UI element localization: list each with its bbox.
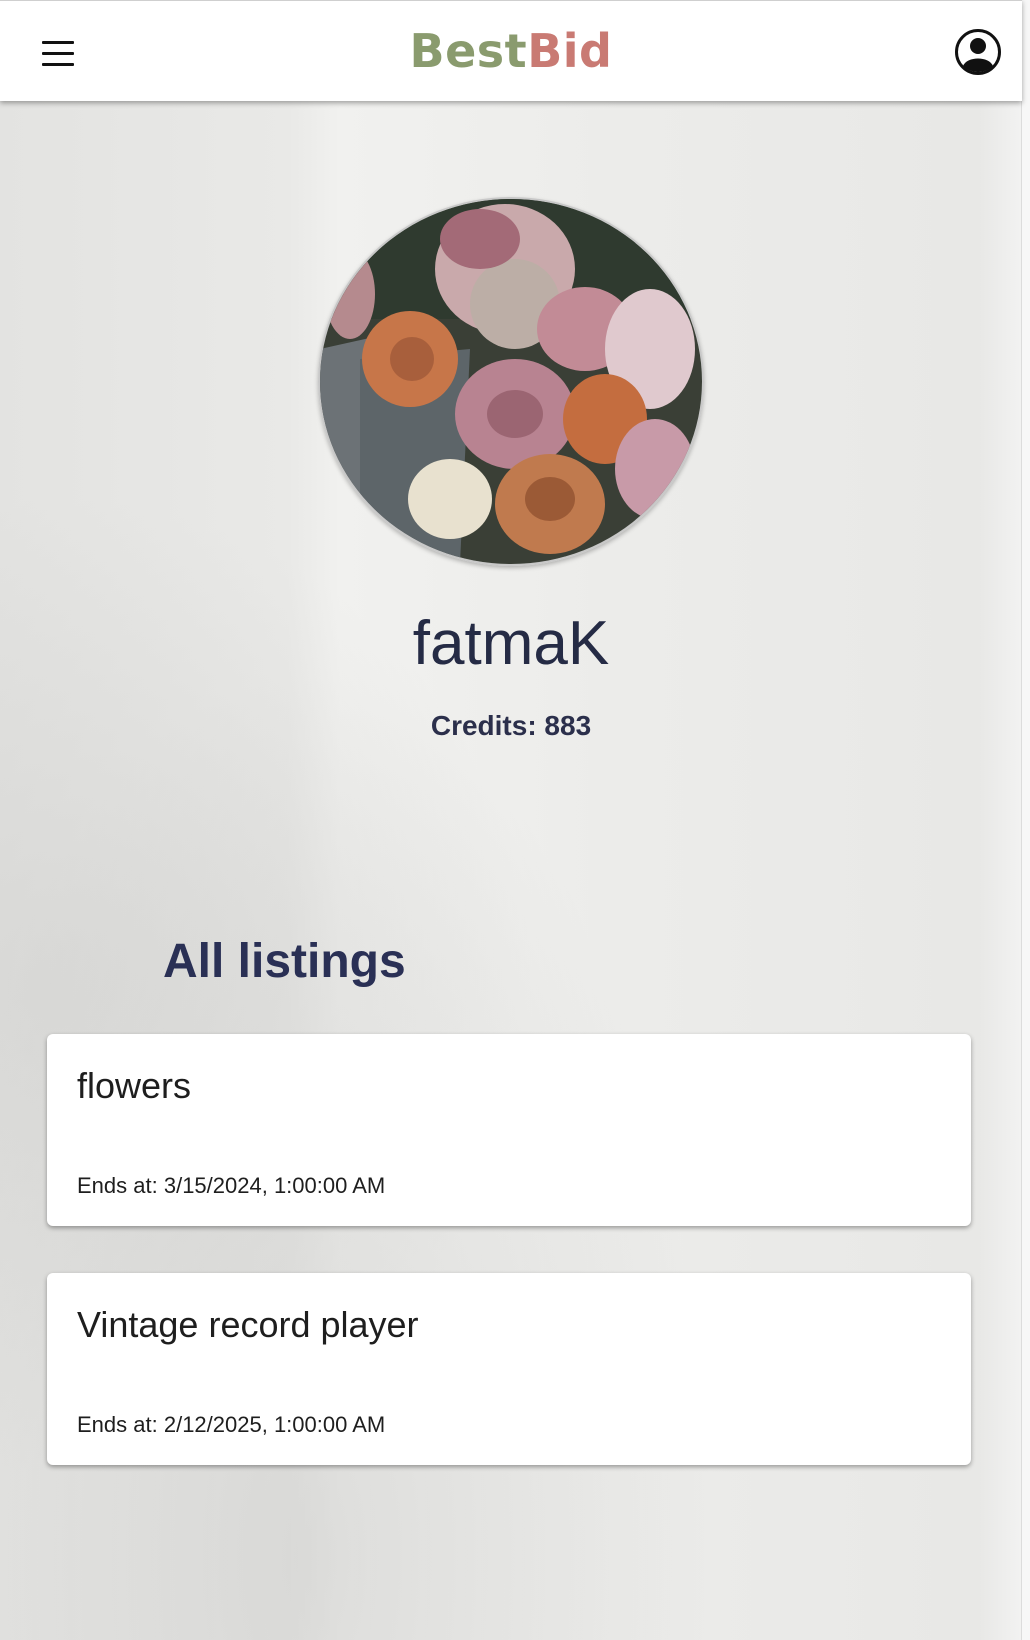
listing-card[interactable]: Vintage record player Ends at: 2/12/2025… (47, 1273, 971, 1465)
listing-end-date: Ends at: 3/15/2024, 1:00:00 AM (77, 1172, 385, 1200)
all-listings-heading: All listings (163, 935, 406, 988)
listing-title[interactable]: flowers (77, 1064, 191, 1108)
listing-title[interactable]: Vintage record player (77, 1303, 419, 1347)
ends-label: Ends at: (77, 1173, 158, 1198)
ends-value: 3/15/2024, 1:00:00 AM (163, 1173, 386, 1198)
scrollbar-track[interactable] (1021, 0, 1030, 1640)
user-profile-icon[interactable] (954, 28, 1002, 76)
profile-avatar (318, 197, 704, 566)
listing-end-date: Ends at: 2/12/2025, 1:00:00 AM (77, 1411, 385, 1439)
listing-card[interactable]: flowers Ends at: 3/15/2024, 1:00:00 AM (47, 1034, 971, 1226)
profile-credits: Credits: 883 (0, 709, 1022, 743)
top-navigation-bar: BestBid (0, 0, 1022, 101)
profile-username: fatmaK (412, 609, 610, 678)
site-logo[interactable]: BestBid (0, 23, 1022, 79)
logo-best-text: Best (409, 24, 528, 78)
ends-value: 2/12/2025, 1:00:00 AM (163, 1412, 386, 1437)
credits-value: 883 (544, 710, 592, 741)
ends-label: Ends at: (77, 1412, 158, 1437)
logo-bid-text: Bid (527, 24, 613, 78)
credits-label: Credits: (430, 710, 537, 741)
